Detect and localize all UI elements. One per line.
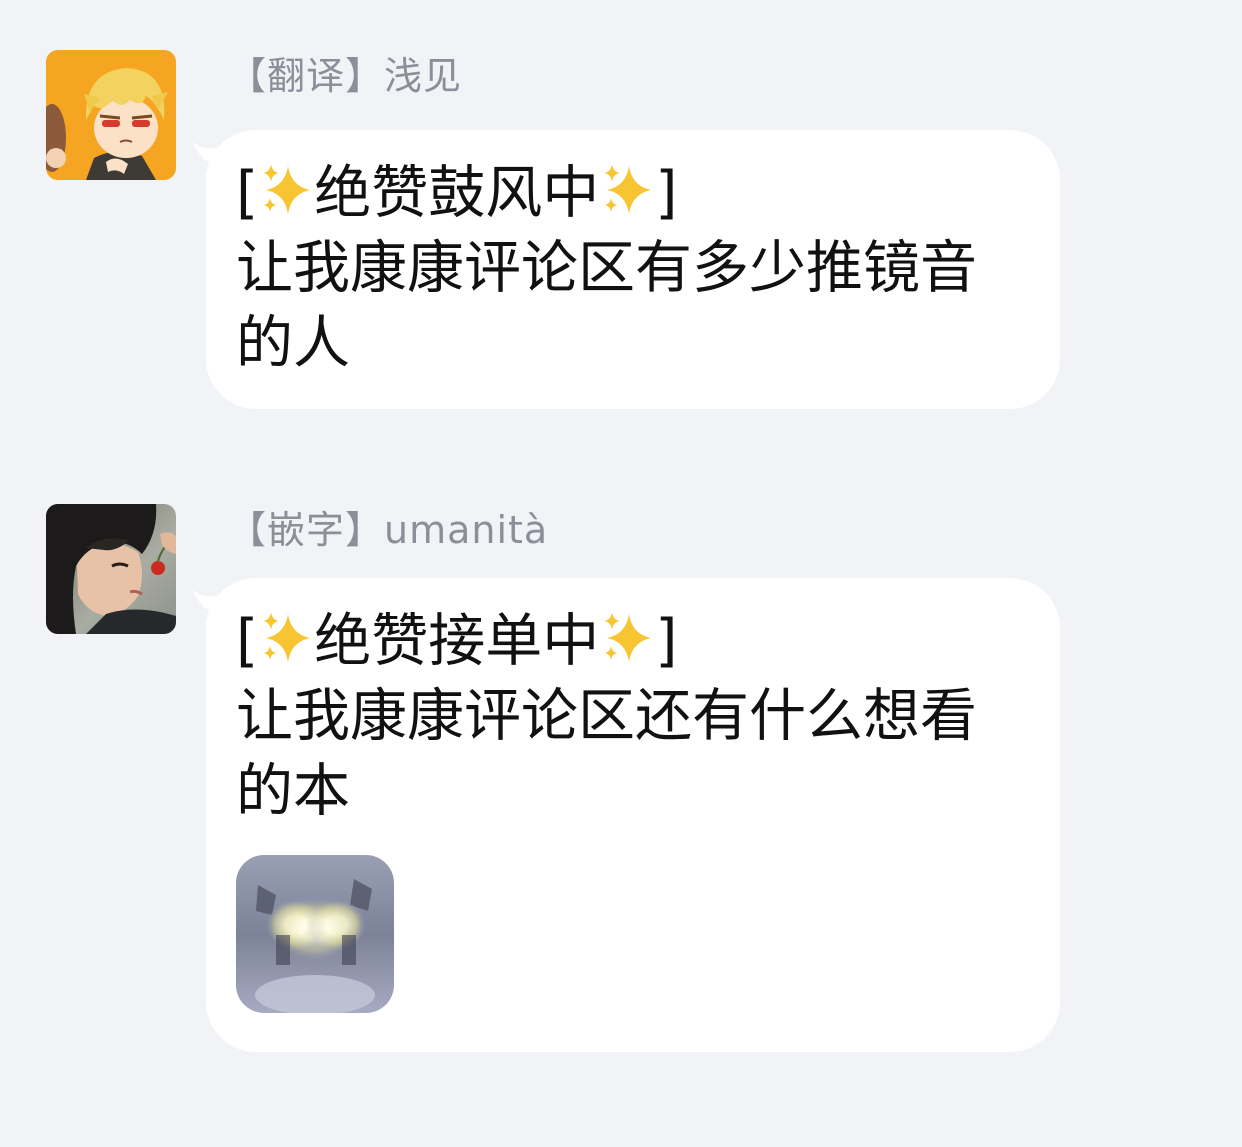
bracket-close: ] (655, 160, 678, 226)
avatar-dark-haired-man-cherry-icon (46, 504, 176, 634)
message-bubble[interactable]: [ 绝赞接单中 ] 让我康康评论区还有什么想看 的本 (192, 578, 1060, 1052)
message-line: [ 绝赞鼓风中 ] (236, 156, 1032, 231)
status-text: 绝赞接单中 (314, 608, 600, 674)
bubble-tail (192, 142, 222, 170)
message-bubble[interactable]: [ 绝赞鼓风中 ] 让我康康评论区有多少推镜音 的人 (192, 130, 1060, 409)
message-line: 让我康康评论区有多少推镜音 (236, 235, 977, 301)
sender-name: 【嵌字】umanità (228, 508, 549, 552)
sparkles-emoji-icon (604, 164, 652, 214)
avatar[interactable] (46, 50, 176, 180)
avatar-anime-blond-boy-icon (46, 50, 176, 180)
message-line: 的本 (236, 758, 350, 824)
sender-name: 【翻译】浅见 (228, 54, 463, 98)
glowing-eyes-sticker-icon (236, 855, 394, 1013)
message-line: 让我康康评论区还有什么想看 (236, 683, 977, 749)
message-line: 的人 (236, 310, 350, 376)
bracket-open: [ (236, 608, 259, 674)
sticker-image[interactable] (236, 855, 394, 1013)
avatar[interactable] (46, 504, 176, 634)
sparkles-emoji-icon (263, 612, 311, 662)
sparkles-emoji-icon (263, 164, 311, 214)
status-text: 绝赞鼓风中 (314, 160, 600, 226)
bubble-tail (192, 590, 222, 618)
bracket-close: ] (655, 608, 678, 674)
sparkles-emoji-icon (604, 612, 652, 662)
message-line: [ 绝赞接单中 ] (236, 604, 1032, 679)
bracket-open: [ (236, 160, 259, 226)
